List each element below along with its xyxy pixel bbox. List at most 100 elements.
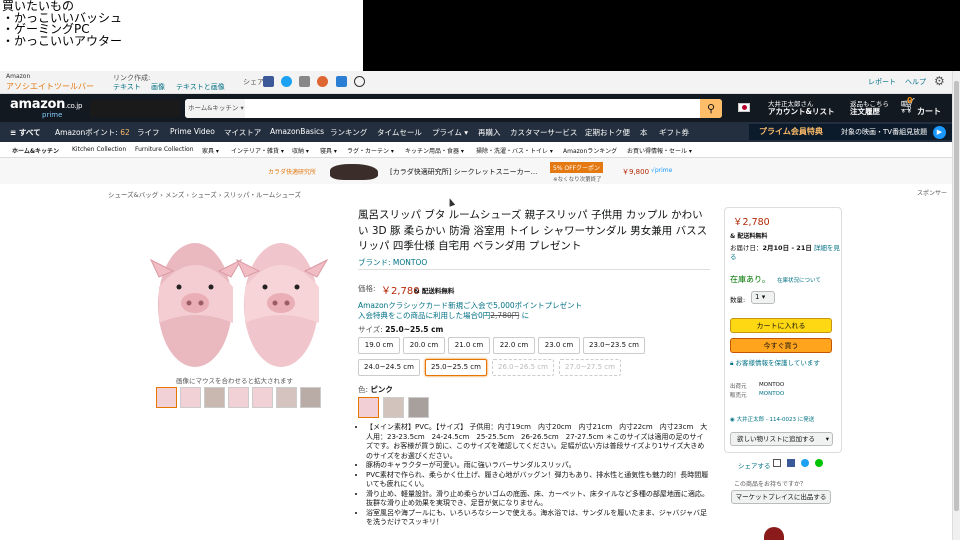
thumbnail[interactable] xyxy=(156,387,177,408)
subnav-item[interactable]: ラグ・カーテン ▾ xyxy=(347,146,394,155)
card-promo-detail[interactable]: 入会特典をこの商品に利用した場合0円2,780円 に xyxy=(358,310,529,321)
info-icon[interactable] xyxy=(354,76,365,87)
edit-icon[interactable] xyxy=(336,76,347,87)
nav-item[interactable]: タイムセール xyxy=(377,127,422,138)
report-link[interactable]: レポート xyxy=(868,77,896,87)
image-link-button[interactable]: 画像 xyxy=(151,82,165,92)
text-image-link-button[interactable]: テキストと画像 xyxy=(176,82,225,92)
thumbnail[interactable] xyxy=(300,387,321,408)
subnav-item[interactable]: Kitchen Collection xyxy=(72,146,126,153)
feature-bullet: 滑り止め、軽量設計。滑り止め柔らかいゴムの底面、床、カーペット、床タイルなど多種… xyxy=(366,490,710,509)
prime-banner[interactable]: プライム会員特典 対象の映画・TV番組見放題 ▶ xyxy=(749,124,952,140)
nav-item[interactable]: Prime Video xyxy=(170,127,215,136)
size-option[interactable]: 23.0 cm xyxy=(538,337,580,354)
subnav-item[interactable]: 家具 ▾ xyxy=(202,146,219,155)
header-bar: amazon.co.jp prime ホーム&キッチン ▾ ⚲ 大井正太郎さんア… xyxy=(0,94,952,122)
color-swatch[interactable] xyxy=(408,397,429,418)
search-category-select[interactable]: ホーム&キッチン ▾ xyxy=(185,99,245,118)
seller-link[interactable]: MONTOO xyxy=(759,391,784,397)
subnav-item[interactable]: キッチン用品・食器 ▾ xyxy=(405,146,464,155)
chevron-down-icon: ▾ xyxy=(825,435,829,443)
nav-item[interactable]: 再購入 xyxy=(478,127,501,138)
orders-link[interactable]: 返品もこちら 注文履歴 xyxy=(850,100,889,116)
nav-item[interactable]: AmazonBasics xyxy=(270,127,324,136)
share-link[interactable]: シェアする xyxy=(738,460,771,470)
stock-info-link[interactable]: 在庫状況について xyxy=(777,276,821,284)
promo-shoe-image xyxy=(330,164,378,180)
add-to-cart-button[interactable]: カートに入れる xyxy=(730,318,832,333)
brand-link[interactable]: ブランド: MONTOO xyxy=(358,257,427,268)
buy-now-button[interactable]: 今すぐ買う xyxy=(730,338,832,353)
quantity-select[interactable]: 1 ▾ xyxy=(751,291,775,304)
cart-label[interactable]: カート xyxy=(917,106,941,117)
product-main-image[interactable] xyxy=(145,205,331,373)
nav-item[interactable]: カスタマーサービス xyxy=(510,127,577,138)
nav-item[interactable]: プライム ▾ xyxy=(432,127,468,138)
text-link-button[interactable]: テキスト xyxy=(113,82,141,92)
blog-icon[interactable] xyxy=(299,76,310,87)
subnav-item[interactable]: Furniture Collection xyxy=(135,146,194,153)
marketplace-sell-button[interactable]: マーケットプレイスに出品する xyxy=(731,490,831,504)
subnav-item[interactable]: Amazonランキング xyxy=(563,146,617,155)
subnav-item[interactable]: ホーム&キッチン xyxy=(12,146,59,155)
help-link[interactable]: ヘルプ xyxy=(905,77,926,87)
size-option[interactable]: 21.0 cm xyxy=(448,337,490,354)
size-option[interactable]: 20.0 cm xyxy=(403,337,445,354)
subnav-item[interactable]: 掃除・洗濯・バス・トイレ ▾ xyxy=(476,146,553,155)
subnav-item[interactable]: お買い得情報・セール ▾ xyxy=(627,146,692,155)
subnav-item[interactable]: 寝具 ▾ xyxy=(320,146,337,155)
subnav-item[interactable]: 収納 ▾ xyxy=(292,146,309,155)
thumbnail[interactable] xyxy=(204,387,225,408)
add-to-wishlist-button[interactable]: 欲しい物リストに追加する ▾ xyxy=(730,432,833,446)
size-option-selected[interactable]: 25.0~25.5 cm xyxy=(425,359,487,376)
subnav-item[interactable]: インテリア・雑貨 ▾ xyxy=(231,146,284,155)
nav-all-menu[interactable]: ≡ すべて xyxy=(10,127,41,138)
thumbnail[interactable] xyxy=(228,387,249,408)
secure-transaction[interactable]: 🔒︎ お客様情報を保護しています xyxy=(730,359,838,368)
size-option-unavailable[interactable]: 27.0~27.5 cm xyxy=(559,359,621,376)
japan-flag-icon[interactable] xyxy=(738,103,750,112)
line-icon[interactable] xyxy=(815,459,823,467)
gear-icon[interactable]: ⚙ xyxy=(934,74,945,88)
thumbnail[interactable] xyxy=(180,387,201,408)
nav-item[interactable]: ランキング xyxy=(330,127,367,138)
nav-item[interactable]: ギフト券 xyxy=(659,127,689,138)
nav-item[interactable]: マイストア xyxy=(224,127,261,138)
email-icon[interactable] xyxy=(773,459,781,467)
amazon-logo[interactable]: amazon.co.jp xyxy=(10,97,82,112)
play-icon: ▶ xyxy=(933,126,946,139)
search-icon[interactable]: ⚲ xyxy=(700,99,722,118)
twitter-icon[interactable] xyxy=(801,459,809,467)
card-promo-suffix: に xyxy=(521,311,530,320)
size-option[interactable]: 19.0 cm xyxy=(358,337,400,354)
feature-bullet: PVC素材で作られ、柔らかく仕上げ、履き心地がバッグン！弾力もあり、排水性と通気… xyxy=(366,471,710,490)
scrollbar-thumb[interactable] xyxy=(954,81,959,511)
size-option[interactable]: 23.0~23.5 cm xyxy=(583,337,645,354)
hatena-icon[interactable] xyxy=(317,76,328,87)
nav-item[interactable]: 定期おトク便 xyxy=(585,127,630,138)
notepad-text[interactable]: 買いたいもの ・かっこいいバッシュ ・ゲーミングPC ・かっこいいアウター xyxy=(0,0,363,71)
size-option-unavailable[interactable]: 26.0~26.5 cm xyxy=(492,359,554,376)
account-menu[interactable]: 大井正太郎さん アカウント&リスト xyxy=(768,100,835,116)
price-label: 価格: xyxy=(358,284,376,293)
orders-label: 注文履歴 xyxy=(850,107,880,116)
delivery-address[interactable]: ◉ 大井正太郎 - 114-0023 に発送 xyxy=(730,415,814,423)
size-option[interactable]: 22.0 cm xyxy=(493,337,535,354)
color-swatch-pink[interactable] xyxy=(358,397,379,418)
size-option[interactable]: 24.0~24.5 cm xyxy=(358,359,420,376)
facebook-icon[interactable] xyxy=(263,76,274,87)
scrollbar[interactable] xyxy=(952,71,960,540)
nav-item[interactable]: 本 xyxy=(640,127,648,138)
twitter-icon[interactable] xyxy=(281,76,292,87)
color-swatch[interactable] xyxy=(383,397,404,418)
nav-item[interactable]: ライフ xyxy=(137,127,160,138)
breadcrumb[interactable]: シューズ&バッグ › メンズ › シューズ › スリッパ・ルームシューズ xyxy=(108,189,301,199)
thumbnail[interactable] xyxy=(252,387,273,408)
sell-label: マーケットプレイスに出品する xyxy=(735,493,827,501)
thumbnail[interactable] xyxy=(276,387,297,408)
feature-bullets: 【メイン素材】PVC。【サイズ】 子供用：内寸19cm 内寸20cm 内寸21c… xyxy=(358,423,710,528)
nav-points[interactable]: Amazonポイント: 62 xyxy=(55,127,130,138)
sponsored-banner[interactable]: カラダ快適研究所 [カラダ快適研究所] シークレットスニーカー... 5% OF… xyxy=(0,158,952,197)
search-input[interactable]: ホーム&キッチン ▾ ⚲ xyxy=(185,99,722,118)
facebook-icon[interactable] xyxy=(787,459,795,467)
